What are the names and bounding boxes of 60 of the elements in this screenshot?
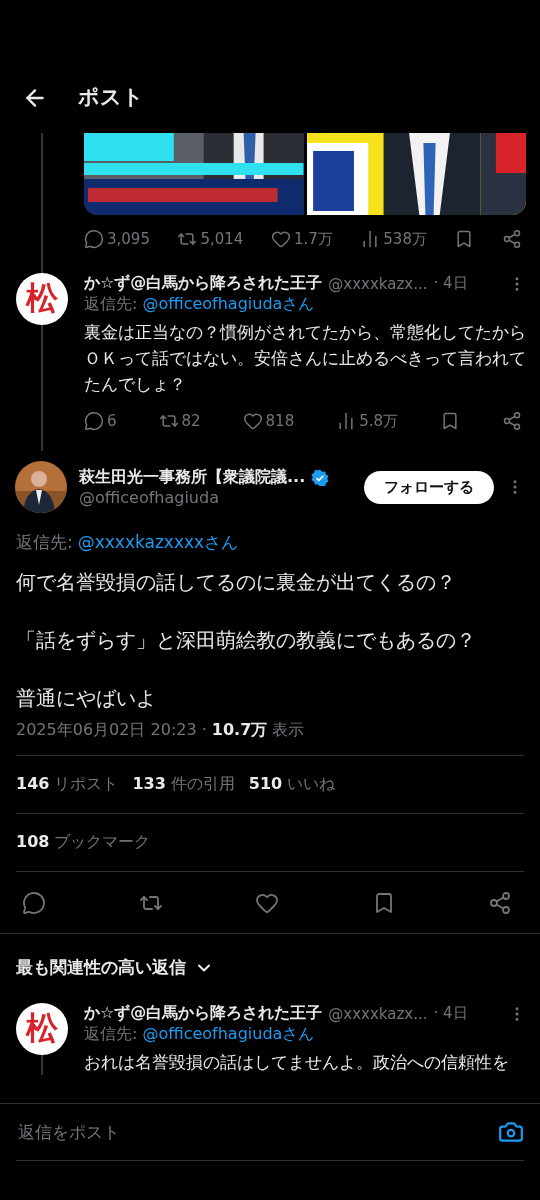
mention-link[interactable]: @officeofhagiudaさん: [142, 294, 315, 315]
reply-button[interactable]: [22, 890, 46, 915]
stat-count[interactable]: 108: [16, 832, 50, 853]
post-time: · 4日: [433, 274, 468, 293]
avatar[interactable]: 松: [16, 1003, 68, 1055]
post-text: 「話をずらす」と深田萌絵教の教義にでもあるの？: [16, 628, 477, 654]
post-text: 何で名誉毀損の話してるのに裏金が出てくるの？: [16, 570, 457, 596]
follow-button[interactable]: フォローする: [364, 470, 494, 504]
reply-input[interactable]: 返信をポスト: [16, 1121, 498, 1143]
reply-button[interactable]: 3,095: [84, 229, 150, 249]
post-text: 裏金は正当なの？慣例がされてたから、常態化してたからＯＫって話ではない。安倍さんに止めるべきって言われてたんでしょ？: [84, 321, 526, 396]
heart-icon: [242, 411, 263, 431]
share-icon: [502, 411, 522, 431]
views-button[interactable]: 5.8万: [336, 411, 399, 431]
stat-count[interactable]: 510: [248, 774, 283, 795]
bookmark-icon: [440, 411, 460, 431]
view-label: 表示: [272, 720, 305, 741]
reply-to-label: 返信先:: [84, 294, 138, 315]
reply-button[interactable]: 6: [84, 411, 117, 431]
share-button[interactable]: [502, 229, 522, 249]
repost-button[interactable]: 82: [158, 411, 201, 431]
stat-label[interactable]: リポスト: [54, 774, 119, 795]
mention-link[interactable]: @officeofhagiudaさん: [142, 1024, 315, 1045]
user-name: 萩生田光一事務所【衆議院議...: [79, 467, 306, 488]
stat-label[interactable]: 件の引用: [170, 774, 235, 795]
stat-count[interactable]: 133: [132, 774, 166, 795]
heart-icon: [270, 229, 291, 249]
share-button[interactable]: [488, 890, 512, 915]
user-handle: @xxxxkazx...: [328, 274, 428, 293]
user-handle: @officeofhagiuda: [79, 488, 220, 507]
user-name: か☆ず@白馬から降ろされた王子: [84, 1003, 323, 1024]
like-button[interactable]: 818: [242, 411, 295, 431]
repost-button[interactable]: 5,014: [177, 229, 244, 249]
post-timestamp: 2025年06月02日 20:23 ·: [16, 720, 207, 741]
avatar[interactable]: 松: [16, 273, 68, 325]
sort-dropdown[interactable]: 最も関連性の高い返信: [0, 934, 230, 1003]
reply-to-label: 返信先:: [16, 531, 73, 554]
reply-to-label: 返信先:: [84, 1024, 138, 1045]
stat-count[interactable]: 146: [16, 774, 50, 795]
speech-bubble-icon: [84, 229, 104, 249]
stat-label[interactable]: いいね: [287, 774, 336, 795]
stat-label[interactable]: ブックマーク: [54, 832, 151, 853]
share-button[interactable]: [502, 411, 522, 431]
share-icon: [488, 890, 512, 915]
speech-bubble-icon: [22, 890, 46, 915]
speech-bubble-icon: [84, 411, 104, 431]
avatar[interactable]: [15, 461, 67, 513]
view-count: 10.7万: [211, 720, 268, 741]
share-icon: [502, 229, 522, 249]
user-handle: @xxxxkazx...: [328, 1004, 428, 1023]
post-time: · 4日: [433, 1004, 468, 1023]
mention-link[interactable]: @xxxxkazxxxxさん: [77, 531, 239, 554]
user-name: か☆ず@白馬から降ろされた王子: [84, 273, 323, 294]
like-button[interactable]: 1.7万: [270, 229, 333, 249]
post-text: おれは名誉毀損の話はしてませんよ。政治への信頼性を: [84, 1051, 510, 1074]
post-text: 普通にやばいよ: [16, 686, 157, 712]
views-button[interactable]: 538万: [360, 229, 427, 249]
page-title: ポスト: [78, 84, 144, 111]
camera-icon[interactable]: [498, 1119, 524, 1145]
bookmark-button[interactable]: [440, 411, 460, 431]
